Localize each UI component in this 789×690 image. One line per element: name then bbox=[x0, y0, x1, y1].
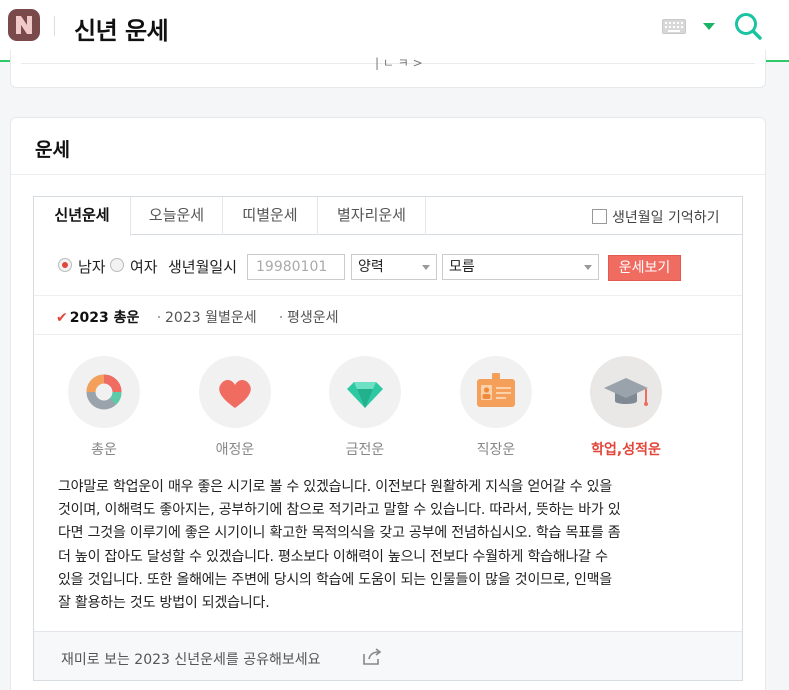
chevron-down-icon[interactable] bbox=[703, 23, 715, 30]
page-title: 신년 운세 bbox=[74, 17, 169, 45]
fortune-card: 운세 신년운세 오늘운세 띠별운세 별자리운세 생년월일 기억하기 남자 여자 … bbox=[10, 117, 766, 690]
previous-card: | ㄴ ㅋ > bbox=[10, 50, 766, 88]
gender-male-radio[interactable] bbox=[58, 258, 72, 272]
card-title: 운세 bbox=[35, 139, 70, 161]
gender-female-label[interactable]: 여자 bbox=[130, 256, 158, 277]
tab-new-year-fortune[interactable]: 신년운세 bbox=[34, 197, 131, 236]
bullet-icon bbox=[280, 316, 282, 318]
heart-icon bbox=[219, 379, 251, 408]
chevron-down-icon bbox=[584, 265, 592, 270]
keyboard-icon[interactable] bbox=[662, 19, 686, 34]
category-love[interactable]: 애정운 bbox=[199, 356, 271, 459]
view-fortune-button[interactable]: 운세보기 bbox=[608, 255, 681, 281]
birth-label: 생년월일시 bbox=[168, 258, 238, 276]
share-bar: 재미로 보는 2023 신년운세를 공유해보세요 bbox=[34, 631, 742, 680]
description-line: 잘 활용하는 것도 방법이 되겠습니다. bbox=[58, 595, 270, 612]
calendar-type-value: 양력 bbox=[358, 259, 384, 275]
id-badge-icon bbox=[477, 373, 515, 407]
category-label: 총운 bbox=[91, 442, 117, 458]
birth-form: 남자 여자 생년월일시 19980101 양력 모름 운세보기 bbox=[34, 236, 742, 296]
category-icon-circle bbox=[68, 356, 140, 428]
category-icon-circle bbox=[460, 356, 532, 428]
description-line: 더 높이 잡아도 달성할 수 있겠습니다. 평소보다 이해력이 높으니 전보다 … bbox=[58, 548, 608, 565]
subtab-label: 2023 월별운세 bbox=[165, 310, 257, 326]
divider bbox=[11, 174, 765, 175]
gender-male-label[interactable]: 남자 bbox=[78, 256, 106, 277]
gender-female-radio[interactable] bbox=[110, 258, 124, 272]
tab-today-fortune[interactable]: 오늘운세 bbox=[131, 197, 223, 235]
category-icon-circle bbox=[590, 356, 662, 428]
category-icon-circle bbox=[199, 356, 271, 428]
subtab-label: 평생운세 bbox=[287, 310, 339, 326]
subtab-label: 2023 총운 bbox=[69, 310, 140, 326]
share-icon[interactable] bbox=[361, 646, 383, 666]
chevron-down-icon bbox=[422, 265, 430, 270]
category-label: 직장운 bbox=[476, 442, 516, 458]
description-line: 다면 그것을 이루기에 좋은 시기이니 확고한 목적의식을 갖고 공부에 전념하… bbox=[58, 525, 621, 542]
category-career[interactable]: 직장운 bbox=[460, 356, 532, 459]
tab-zodiac-animal-fortune[interactable]: 띠별운세 bbox=[223, 197, 318, 235]
donut-chart-icon bbox=[86, 374, 122, 410]
description-line: 그야말로 학업운이 매우 좋은 시기로 볼 수 있겠습니다. 이전보다 원활하게… bbox=[58, 479, 613, 495]
search-icon[interactable] bbox=[733, 11, 763, 41]
subtab-lifetime[interactable]: 평생운세 bbox=[280, 307, 339, 327]
category-label: 학업,성적운 bbox=[591, 442, 661, 458]
subtab-2023-monthly[interactable]: 2023 월별운세 bbox=[158, 307, 257, 327]
birth-time-value: 모름 bbox=[449, 259, 475, 275]
fortune-description: 그야말로 학업운이 매우 좋은 시기로 볼 수 있겠습니다. 이전보다 원활하게… bbox=[58, 476, 722, 615]
remember-label: 생년월일 기억하기 bbox=[612, 210, 720, 226]
naver-logo[interactable] bbox=[8, 9, 40, 41]
pager[interactable]: | ㄴ ㅋ > bbox=[375, 54, 423, 71]
category-label: 금전운 bbox=[345, 442, 385, 458]
fortune-subtabs: ✔ 2023 총운 2023 월별운세 평생운세 bbox=[34, 297, 742, 335]
description-line: 것이며, 이해력도 좋아지는, 공부하기에 참으로 적기라고 말할 수 있습니다… bbox=[58, 502, 621, 519]
calendar-type-select[interactable]: 양력 bbox=[351, 254, 437, 280]
remember-birthdate[interactable]: 생년월일 기억하기 bbox=[592, 207, 720, 227]
tab-constellation-fortune[interactable]: 별자리운세 bbox=[318, 197, 426, 235]
birthdate-input[interactable]: 19980101 bbox=[247, 254, 345, 280]
share-text: 재미로 보는 2023 신년운세를 공유해보세요 bbox=[61, 652, 321, 668]
fortune-tabs: 신년운세 오늘운세 띠별운세 별자리운세 생년월일 기억하기 bbox=[34, 197, 742, 236]
birth-time-select[interactable]: 모름 bbox=[442, 254, 599, 280]
header-divider bbox=[54, 16, 55, 36]
remember-checkbox[interactable] bbox=[592, 209, 607, 224]
diamond-icon bbox=[347, 382, 383, 408]
check-icon: ✔ bbox=[56, 310, 68, 326]
category-study[interactable]: 학업,성적운 bbox=[590, 356, 662, 459]
fortune-box: 신년운세 오늘운세 띠별운세 별자리운세 생년월일 기억하기 남자 여자 생년월… bbox=[33, 196, 743, 681]
subtab-2023-overall[interactable]: ✔ 2023 총운 bbox=[56, 307, 139, 327]
category-overall[interactable]: 총운 bbox=[68, 356, 140, 459]
category-icon-circle bbox=[329, 356, 401, 428]
logo-n-icon bbox=[16, 16, 32, 34]
description-line: 있을 것입니다. 또한 올해에는 주변에 당시의 학습에 도움이 되는 인물들이… bbox=[58, 571, 613, 588]
category-label: 애정운 bbox=[215, 442, 255, 458]
category-money[interactable]: 금전운 bbox=[329, 356, 401, 459]
graduation-cap-icon bbox=[604, 378, 648, 406]
bullet-icon bbox=[158, 316, 160, 318]
fortune-categories: 총운 애정운 금전운 직장운 학업,성적운 bbox=[34, 336, 742, 466]
